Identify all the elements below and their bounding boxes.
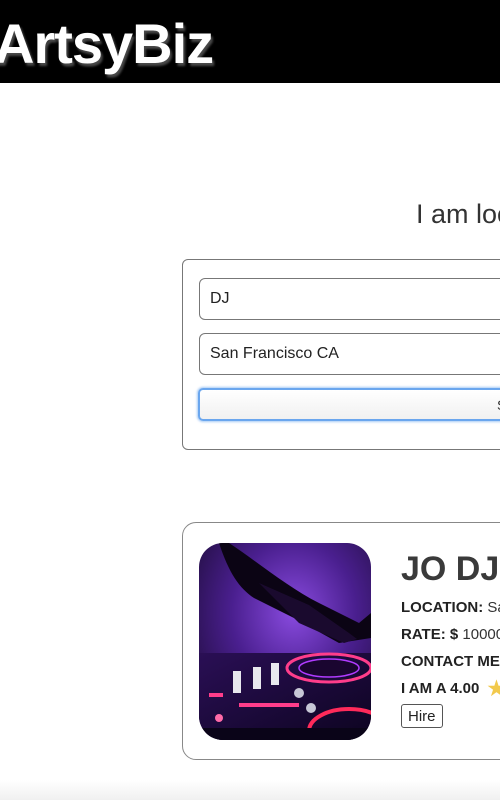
rate-line: RATE: $ 10000 [401, 626, 500, 644]
provider-name: JO DJ [401, 550, 500, 588]
rating-line: I AM A 4.00 ★ [401, 678, 500, 700]
dj-mixer-image [199, 543, 371, 740]
hire-button[interactable]: Hire [401, 704, 443, 728]
search-heading: I am loo [416, 199, 500, 229]
service-input[interactable] [199, 278, 500, 320]
rating-text: I AM A 4.00 [401, 680, 480, 697]
result-card: JO DJ LOCATION: Sa RATE: $ 10000 CONTACT… [182, 522, 500, 760]
location-label: LOCATION: [401, 599, 484, 616]
star-icon: ★ [487, 678, 500, 700]
search-panel: S [182, 259, 500, 450]
search-button[interactable]: S [198, 388, 500, 421]
page: ArtsyBiz I am loo S [0, 0, 500, 800]
contact-line: CONTACT ME [401, 653, 500, 671]
bottom-fade [0, 780, 500, 800]
site-logo[interactable]: ArtsyBiz [0, 12, 214, 76]
contact-label: CONTACT ME [401, 653, 500, 670]
header-bar: ArtsyBiz [0, 0, 500, 83]
rate-value: 10000 [462, 626, 500, 643]
rate-label: RATE: $ [401, 626, 459, 643]
location-input[interactable] [199, 333, 500, 375]
location-value: Sa [487, 599, 500, 616]
profile-photo[interactable] [199, 543, 371, 740]
location-line: LOCATION: Sa [401, 599, 500, 617]
